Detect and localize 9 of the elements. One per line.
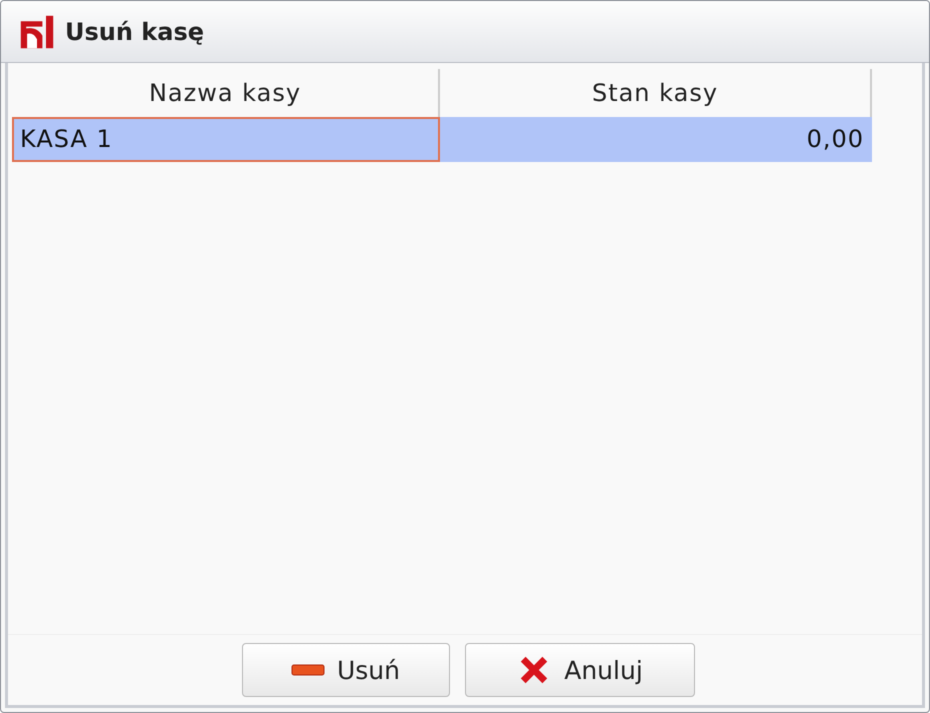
cancel-button[interactable]: Anuluj (464, 643, 694, 697)
table-cell: KASA 1 (12, 117, 440, 162)
minus-icon (290, 664, 325, 676)
column-header[interactable]: Nazwa kasy (12, 69, 440, 117)
table-row[interactable]: KASA 1 0,00 (12, 117, 872, 162)
window-title: Usuń kasę (65, 18, 204, 46)
app-logo-icon (19, 14, 55, 50)
remove-button[interactable]: Usuń (242, 643, 450, 697)
table-cell-text: 0,00 (806, 124, 865, 155)
